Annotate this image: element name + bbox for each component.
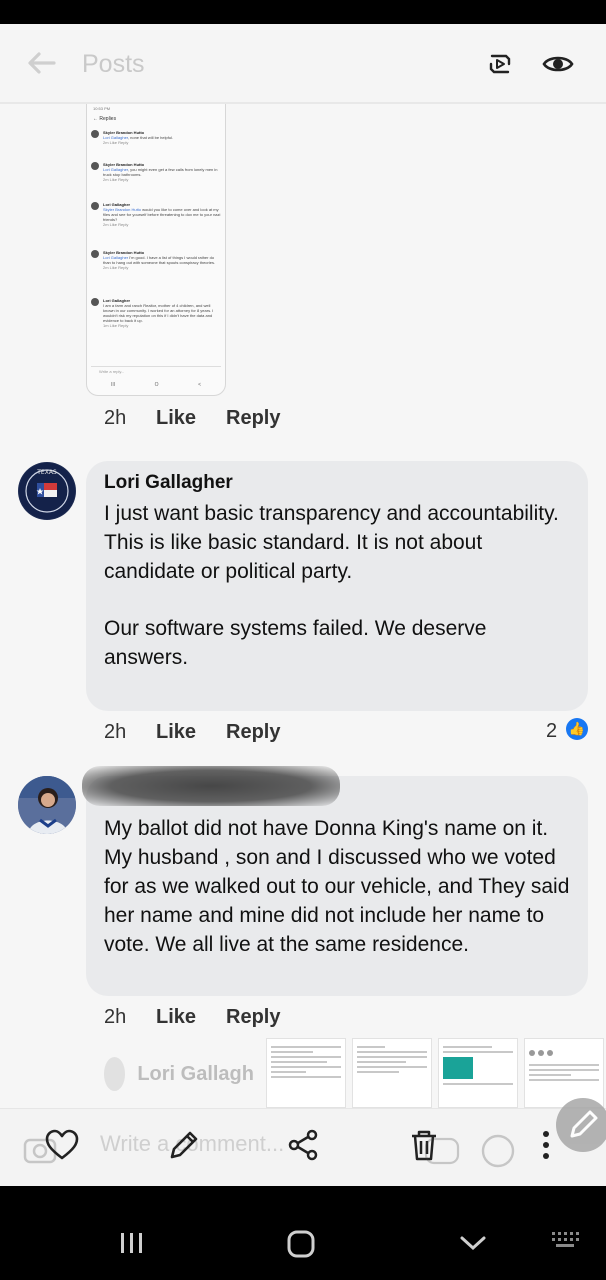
comment-actions: 2h Like Reply bbox=[104, 721, 280, 744]
texas-seal-icon: TEXAS bbox=[19, 463, 75, 519]
repost-icon[interactable] bbox=[484, 48, 516, 80]
share-icon[interactable] bbox=[286, 1127, 322, 1163]
like-button[interactable]: Like bbox=[156, 721, 226, 744]
embedded-avatar bbox=[91, 130, 99, 138]
comment-actions: 2h Like Reply bbox=[104, 1006, 280, 1029]
comment-timestamp: 2h bbox=[104, 721, 127, 743]
embedded-comment: Skyler Brandon Hutto Lori Gallagher, non… bbox=[103, 130, 174, 145]
comment-text: Our software systems failed. We deserve … bbox=[104, 617, 487, 669]
embedded-avatar bbox=[91, 250, 99, 258]
svg-text:TEXAS: TEXAS bbox=[36, 469, 57, 476]
reply-button[interactable]: Reply bbox=[226, 721, 280, 744]
sticker-icon[interactable] bbox=[480, 1133, 516, 1169]
embedded-title: ← Replies bbox=[93, 116, 117, 122]
reply-button[interactable]: Reply bbox=[226, 407, 280, 430]
comment-timestamp: 2h bbox=[104, 1006, 127, 1028]
reaction-count[interactable]: 2 bbox=[546, 720, 557, 743]
image-strip[interactable] bbox=[266, 1038, 606, 1108]
comment-actions: 2h Like Reply bbox=[104, 407, 280, 430]
avatar bbox=[104, 1057, 126, 1091]
edit-fab[interactable] bbox=[556, 1098, 606, 1152]
reply-author: Lori Gallagh bbox=[137, 1062, 254, 1085]
comment-bubble: Lori Gallagher I just want basic transpa… bbox=[86, 461, 588, 711]
embedded-comment: Skyler Brandon Hutto Lori Gallagher, you… bbox=[103, 162, 218, 182]
comment-bar: Write a comment... bbox=[0, 1108, 606, 1186]
page-title: Posts bbox=[82, 50, 145, 78]
gif-icon[interactable] bbox=[424, 1133, 460, 1169]
embedded-avatar bbox=[91, 298, 99, 306]
home-icon[interactable] bbox=[286, 1230, 316, 1258]
redaction-scribble bbox=[82, 766, 340, 806]
comment-author[interactable]: Lori Gallagher bbox=[104, 471, 570, 495]
embedded-comment: Lori Gallagher I am a farm and ranch Rea… bbox=[103, 298, 214, 328]
back-arrow-icon[interactable] bbox=[26, 50, 56, 76]
embedded-avatar bbox=[91, 202, 99, 210]
screen: Posts 10:53 PM ← Replies Skyler Brandon … bbox=[0, 24, 606, 1186]
embedded-status: 10:53 PM bbox=[93, 106, 111, 111]
eye-icon[interactable] bbox=[542, 48, 574, 80]
like-button[interactable]: Like bbox=[156, 407, 226, 430]
system-nav-bar bbox=[0, 1186, 606, 1280]
reply-preview[interactable]: Lori Gallagh bbox=[104, 1056, 254, 1092]
person-photo-icon bbox=[18, 776, 76, 834]
strip-thumbnail[interactable] bbox=[266, 1038, 346, 1108]
comment-timestamp: 2h bbox=[104, 407, 127, 429]
avatar[interactable]: TEXAS bbox=[18, 462, 76, 520]
header-bar: Posts bbox=[0, 24, 606, 102]
strip-thumbnail[interactable] bbox=[352, 1038, 432, 1108]
thumbs-up-icon[interactable]: 👍 bbox=[566, 718, 588, 740]
embedded-nav: III O < bbox=[111, 382, 201, 388]
like-button[interactable]: Like bbox=[156, 1006, 226, 1029]
embedded-comment: Lori Gallagher Skyler Brandon Hutto woul… bbox=[103, 202, 221, 227]
heart-icon[interactable] bbox=[44, 1127, 80, 1163]
embedded-reply-input: Write a reply... bbox=[91, 366, 221, 376]
strip-thumbnail[interactable] bbox=[438, 1038, 518, 1108]
pencil-icon bbox=[570, 1110, 598, 1138]
comment-bubble: My ballot did not have Donna King's name… bbox=[86, 776, 588, 996]
embedded-avatar bbox=[91, 162, 99, 170]
embedded-comment: Skyler Brandon Hutto Lori Gallagher I'm … bbox=[103, 250, 216, 270]
avatar[interactable] bbox=[18, 776, 76, 834]
chevron-down-icon[interactable] bbox=[458, 1230, 488, 1256]
comment-text: I just want basic transparency and accou… bbox=[104, 502, 559, 583]
embedded-screenshot[interactable]: 10:53 PM ← Replies Skyler Brandon Hutto … bbox=[86, 104, 226, 396]
comment-text: My ballot did not have Donna King's name… bbox=[104, 817, 570, 956]
reply-button[interactable]: Reply bbox=[226, 1006, 280, 1029]
pencil-icon[interactable] bbox=[166, 1127, 202, 1163]
recent-apps-icon[interactable] bbox=[118, 1230, 146, 1256]
keyboard-icon[interactable] bbox=[550, 1230, 580, 1250]
